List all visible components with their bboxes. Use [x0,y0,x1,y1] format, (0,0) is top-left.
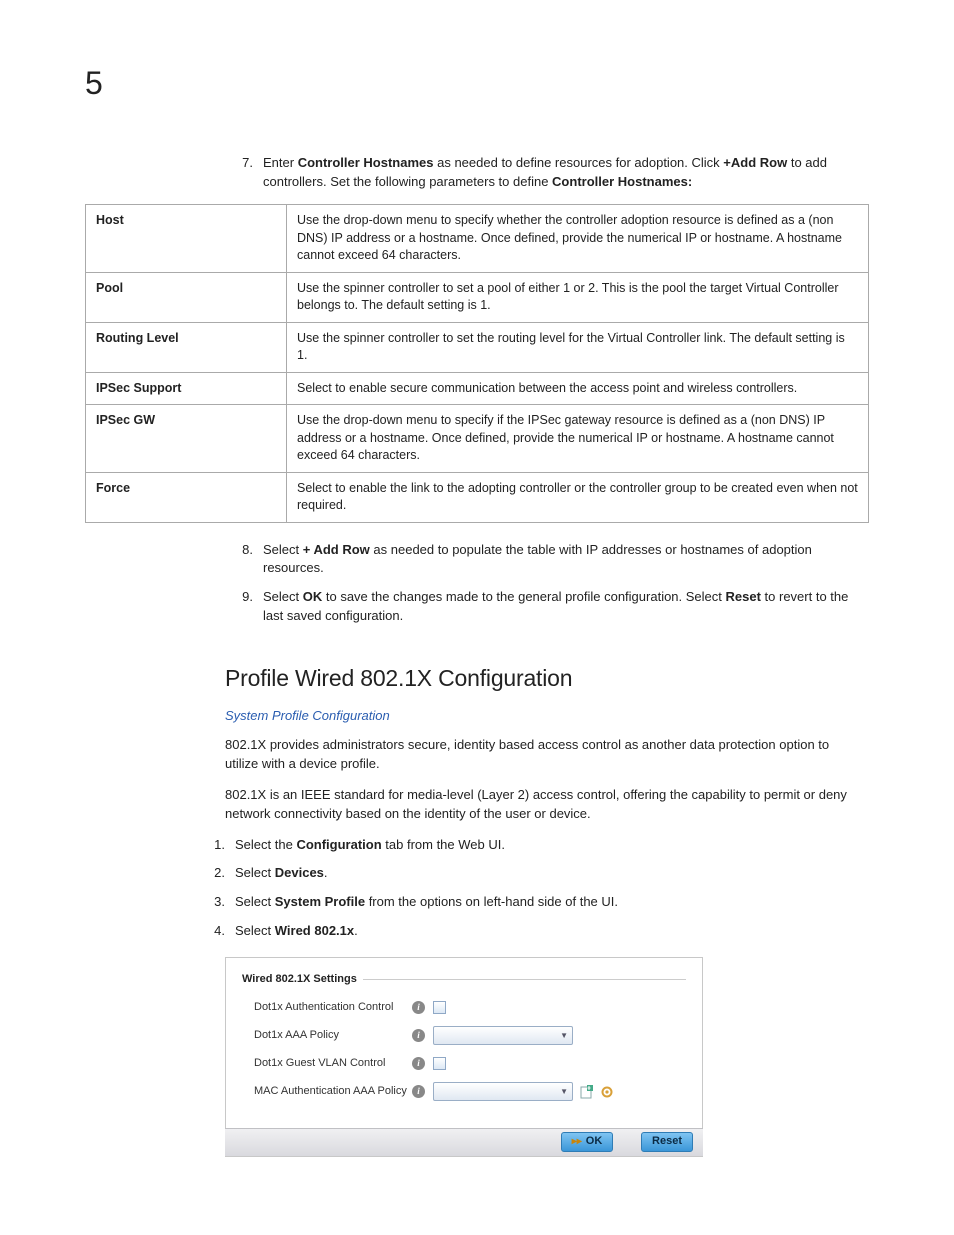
param-desc: Select to enable the link to the adoptin… [287,472,869,522]
step-9: 9. Select OK to save the changes made to… [225,588,865,626]
divider [363,979,686,980]
bold-text: Controller Hostnames: [552,174,692,189]
table-row: IPSec GW Use the drop-down menu to speci… [86,405,869,473]
bold-text: Devices [275,865,324,880]
text: Enter [263,155,298,170]
button-bar: ▸▸ OK Reset [225,1128,703,1156]
step-text: Select the Configuration tab from the We… [235,836,865,855]
info-icon[interactable]: i [412,1085,425,1098]
page-number: 5 [85,60,869,106]
bold-text: Wired 802.1x [275,923,354,938]
row-auth-control: Dot1x Authentication Control i [254,998,686,1018]
text: from the options on left-hand side of th… [365,894,618,909]
ok-button[interactable]: ▸▸ OK [561,1132,613,1152]
step-text: Select Devices. [235,864,865,883]
table-row: Force Select to enable the link to the a… [86,472,869,522]
step-number: 8. [225,541,263,579]
checkbox-guest-vlan[interactable] [433,1057,446,1070]
add-icon[interactable] [579,1084,594,1099]
step-number: 4. [197,922,235,941]
text: as needed to define resources for adopti… [434,155,724,170]
gear-icon[interactable] [599,1084,614,1099]
reset-button[interactable]: Reset [641,1132,693,1152]
info-icon[interactable]: i [412,1057,425,1070]
param-desc: Use the spinner controller to set the ro… [287,322,869,372]
text: tab from the Web UI. [382,837,505,852]
info-icon[interactable]: i [412,1001,425,1014]
forward-icon: ▸▸ [572,1135,582,1150]
param-label: IPSec Support [86,372,287,405]
chevron-down-icon: ▼ [560,1086,572,1098]
bold-text: OK [303,589,323,604]
dropdown-mac-aaa[interactable]: ▼ [433,1082,573,1101]
config-step-2: 2. Select Devices. [197,864,865,883]
param-desc: Use the drop-down menu to specify if the… [287,405,869,473]
step-number: 2. [197,864,235,883]
bold-text: Reset [726,589,761,604]
param-desc: Select to enable secure communication be… [287,372,869,405]
step-number: 3. [197,893,235,912]
section-heading: Profile Wired 802.1X Configuration [225,662,865,695]
text: . [354,923,358,938]
text: Select [235,865,275,880]
param-label: Force [86,472,287,522]
step-8: 8. Select + Add Row as needed to populat… [225,541,865,579]
bold-text: Controller Hostnames [298,155,434,170]
step-7: 7. Enter Controller Hostnames as needed … [225,154,865,192]
fieldset-header: Wired 802.1X Settings [242,972,686,988]
step-number: 9. [225,588,263,626]
step-number: 1. [197,836,235,855]
label-auth-control: Dot1x Authentication Control [254,1000,412,1016]
config-step-4: 4. Select Wired 802.1x. [197,922,865,941]
checkbox-auth-control[interactable] [433,1001,446,1014]
param-label: Pool [86,272,287,322]
reset-label: Reset [652,1134,682,1150]
step-number: 7. [225,154,263,192]
param-label: Routing Level [86,322,287,372]
intro-paragraph-2: 802.1X is an IEEE standard for media-lev… [225,786,865,824]
chevron-down-icon: ▼ [560,1030,572,1042]
intro-paragraph-1: 802.1X provides administrators secure, i… [225,736,865,774]
controller-hostnames-table: Host Use the drop-down menu to specify w… [85,204,869,523]
text: . [324,865,328,880]
info-icon[interactable]: i [412,1029,425,1042]
label-mac-aaa: MAC Authentication AAA Policy [254,1084,412,1100]
ok-label: OK [586,1134,603,1150]
table-row: Pool Use the spinner controller to set a… [86,272,869,322]
row-aaa-policy: Dot1x AAA Policy i ▼ [254,1026,686,1046]
text: Select [263,542,303,557]
step-text: Enter Controller Hostnames as needed to … [263,154,865,192]
bold-text: + Add Row [303,542,370,557]
table-row: IPSec Support Select to enable secure co… [86,372,869,405]
table-row: Host Use the drop-down menu to specify w… [86,205,869,273]
step-text: Select + Add Row as needed to populate t… [263,541,865,579]
config-step-3: 3. Select System Profile from the option… [197,893,865,912]
step-text: Select System Profile from the options o… [235,893,865,912]
row-mac-aaa: MAC Authentication AAA Policy i ▼ [254,1082,686,1102]
config-step-1: 1. Select the Configuration tab from the… [197,836,865,855]
dropdown-aaa-policy[interactable]: ▼ [433,1026,573,1045]
bold-text: Configuration [296,837,381,852]
label-guest-vlan: Dot1x Guest VLAN Control [254,1056,412,1072]
param-desc: Use the spinner controller to set a pool… [287,272,869,322]
param-desc: Use the drop-down menu to specify whethe… [287,205,869,273]
param-label: IPSec GW [86,405,287,473]
step-text: Select Wired 802.1x. [235,922,865,941]
param-label: Host [86,205,287,273]
step-text: Select OK to save the changes made to th… [263,588,865,626]
text: Select [235,923,275,938]
text: Select [263,589,303,604]
row-guest-vlan: Dot1x Guest VLAN Control i [254,1054,686,1074]
bold-text: +Add Row [723,155,787,170]
fieldset-title: Wired 802.1X Settings [242,972,357,988]
label-aaa-policy: Dot1x AAA Policy [254,1028,412,1044]
wired-8021x-settings-panel: Wired 802.1X Settings Dot1x Authenticati… [225,957,703,1157]
text: to save the changes made to the general … [322,589,725,604]
bold-text: System Profile [275,894,365,909]
text: Select [235,894,275,909]
system-profile-config-link[interactable]: System Profile Configuration [225,707,390,726]
table-row: Routing Level Use the spinner controller… [86,322,869,372]
text: Select the [235,837,296,852]
